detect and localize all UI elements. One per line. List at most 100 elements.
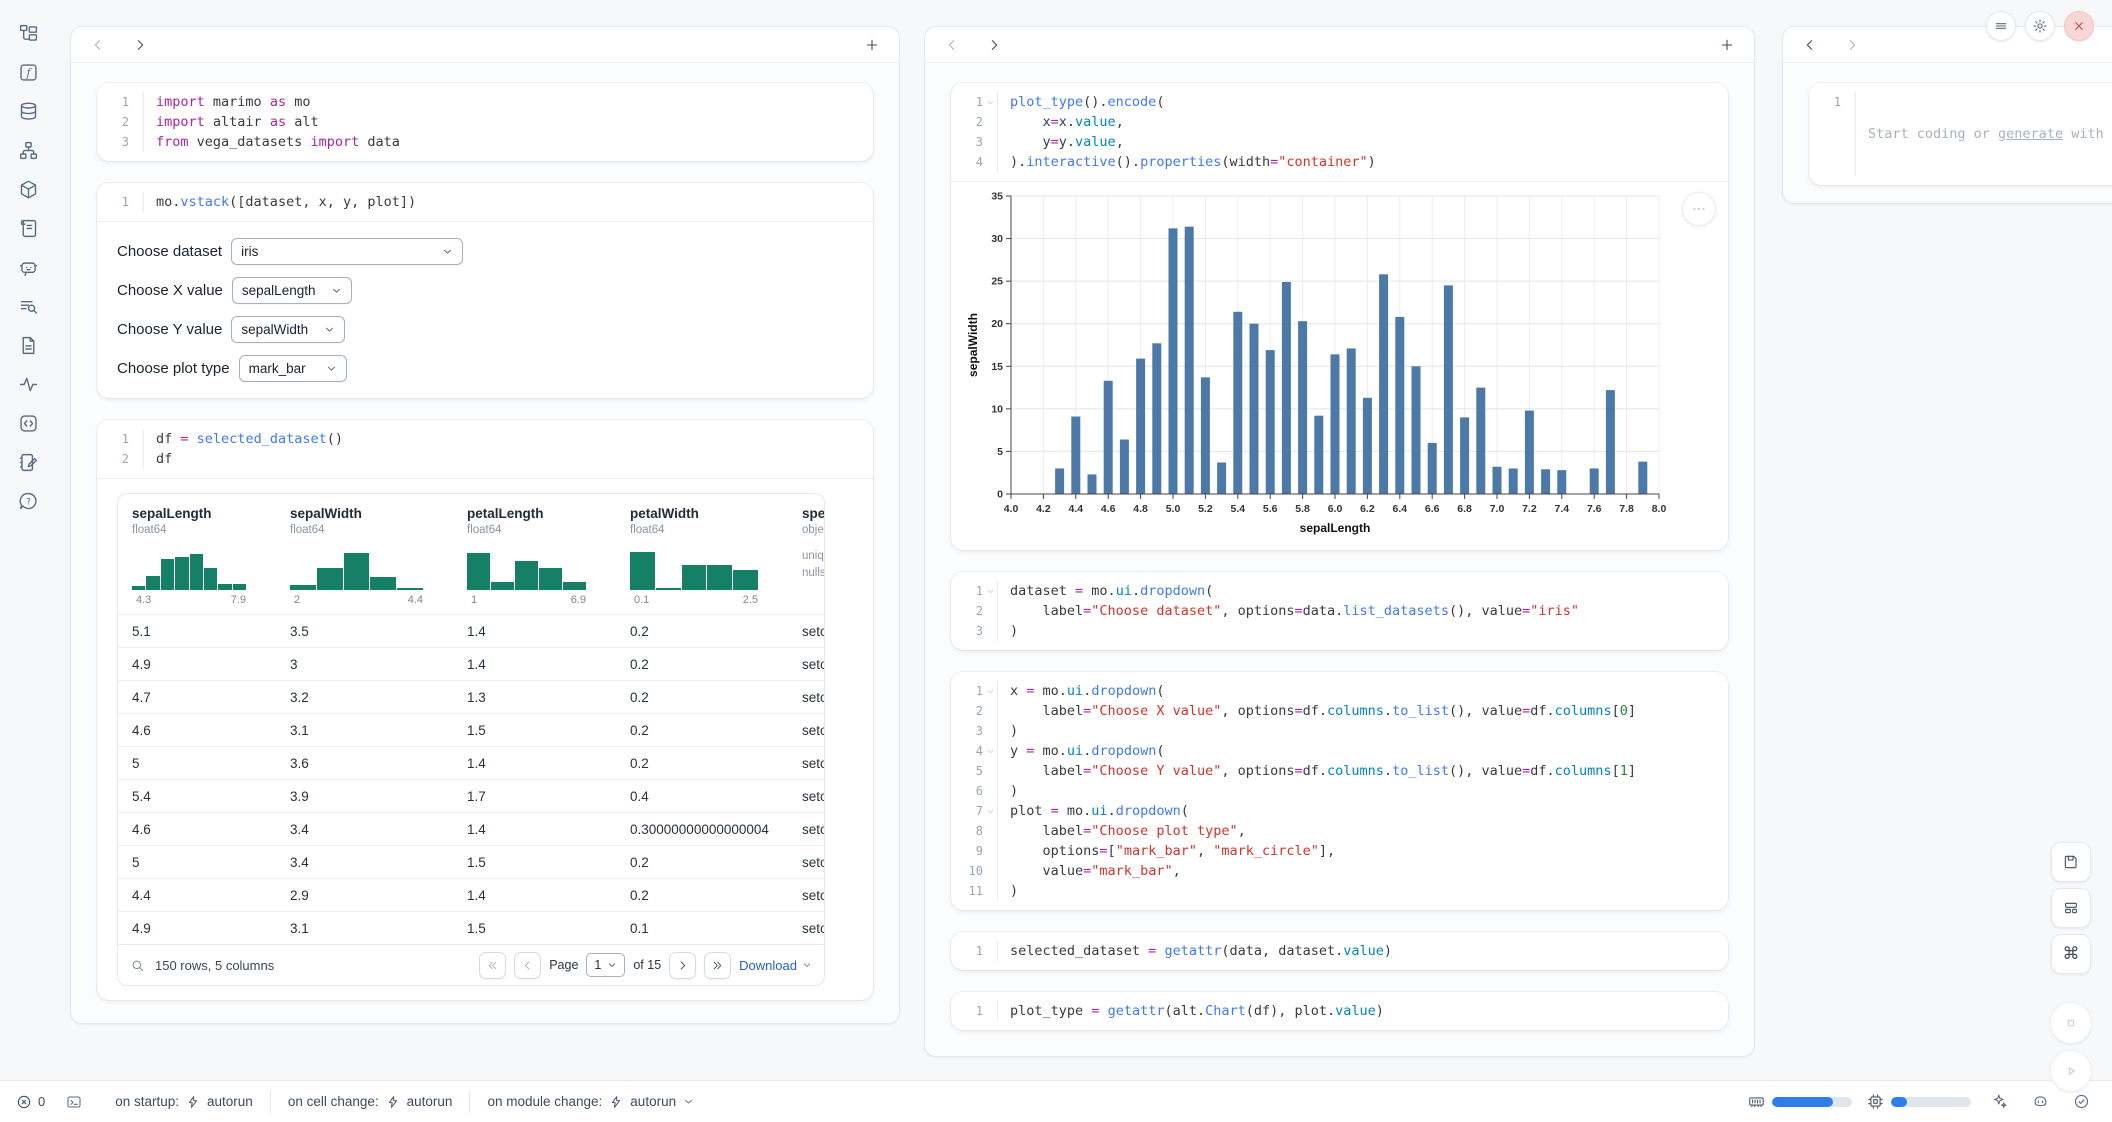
fold-chevron-icon[interactable] <box>983 801 997 821</box>
code-editor[interactable]: 123dataset = mo.ui.dropdown( label="Choo… <box>951 572 1728 650</box>
code-editor[interactable]: 1mo.vstack([dataset, x, y, plot]) <box>97 183 873 221</box>
status-separator <box>270 1091 271 1113</box>
code-editor[interactable]: 1234plot_type().encode( x=x.value, y=y.v… <box>951 83 1728 181</box>
menu-button[interactable] <box>1986 11 2016 41</box>
search-icon[interactable] <box>130 958 145 973</box>
fold-chevron-icon[interactable] <box>983 92 997 112</box>
generate-link[interactable]: generate <box>1998 126 2063 142</box>
code-editor[interactable]: 12df = selected_dataset()df <box>97 420 873 478</box>
table-row: 53.61.40.2setosa <box>118 746 824 779</box>
table-cell: 3.4 <box>290 855 467 870</box>
history-back-button[interactable] <box>943 36 961 54</box>
download-button[interactable]: Download <box>739 958 812 973</box>
fold-chevron-icon[interactable] <box>983 581 997 601</box>
history-forward-button[interactable] <box>1843 36 1861 54</box>
line-number: 7 <box>961 804 983 818</box>
sidebar-scratchpad-button[interactable] <box>15 449 41 475</box>
code-editor[interactable]: 1 Start coding or generate with <box>1809 83 2112 185</box>
line-number: 3 <box>961 135 983 149</box>
sidebar-chat-bot-button[interactable] <box>15 254 41 280</box>
previous-page-button[interactable] <box>514 952 541 979</box>
dropdown-select-choose-plot-type[interactable]: mark_bar <box>239 355 347 382</box>
table-cell: setosa <box>802 921 824 936</box>
sidebar-file-tree-button[interactable] <box>15 20 41 46</box>
dependency-graph-icon <box>18 140 39 161</box>
runtime-config-2[interactable]: on cell change:autorun <box>276 1094 465 1109</box>
table-cell: 2.9 <box>290 888 467 903</box>
max-value: 7.9 <box>231 594 246 606</box>
code-editor[interactable]: 1plot_type = getattr(alt.Chart(df), plot… <box>951 992 1728 1030</box>
chart-menu-button[interactable] <box>1682 192 1716 226</box>
dropdown-label: Choose X value <box>117 282 223 299</box>
history-forward-button[interactable] <box>131 36 149 54</box>
runtime-config-3[interactable]: on module change:autorun <box>475 1094 706 1109</box>
sidebar-dependency-graph-button[interactable] <box>15 137 41 163</box>
line-number-gutter: 12 <box>97 429 144 469</box>
table-cell: 4.9 <box>132 921 290 936</box>
page-select[interactable]: 1 <box>586 953 625 977</box>
code-editor[interactable]: 1234567891011x = mo.ui.dropdown( label="… <box>951 672 1728 910</box>
dropdown-select-choose-y-value[interactable]: sepalWidth <box>231 316 345 343</box>
page-label: Page <box>549 958 578 972</box>
keyboard-shortcuts-button[interactable]: ⌘ <box>2051 934 2091 974</box>
sidebar-database-button[interactable] <box>15 98 41 124</box>
layout-icon <box>2063 900 2079 916</box>
sidebar-function-button[interactable]: f <box>15 59 41 85</box>
svg-text:5.4: 5.4 <box>1230 503 1245 515</box>
ai-settings-button[interactable] <box>1986 1089 2012 1115</box>
table-cell: setosa <box>802 624 824 639</box>
svg-text:0: 0 <box>997 489 1003 501</box>
sidebar-list-search-button[interactable] <box>15 293 41 319</box>
sidebar-package-button[interactable] <box>15 176 41 202</box>
settings-button[interactable] <box>2025 11 2055 41</box>
sidebar-document-button[interactable] <box>15 332 41 358</box>
min-value: 4.3 <box>136 594 151 606</box>
table-cell: 4.7 <box>132 690 290 705</box>
terminal-button[interactable] <box>61 1089 87 1115</box>
close-button[interactable] <box>2064 11 2094 41</box>
history-forward-button[interactable] <box>985 36 1003 54</box>
svg-text:6.8: 6.8 <box>1457 503 1472 515</box>
runtime-config-1[interactable]: on startup:autorun <box>103 1094 265 1109</box>
histogram-bar <box>630 552 655 590</box>
sidebar-snippets-button[interactable] <box>15 410 41 436</box>
first-page-button[interactable] <box>479 952 506 979</box>
history-back-button[interactable] <box>89 36 107 54</box>
sidebar-activity-button[interactable] <box>15 371 41 397</box>
fold-chevron-icon[interactable] <box>983 681 997 701</box>
code-lines: x = mo.ui.dropdown( label="Choose X valu… <box>998 681 1636 901</box>
sidebar-scroll-button[interactable] <box>15 215 41 241</box>
sidebar-help-button[interactable]: ? <box>15 488 41 514</box>
stop-button[interactable] <box>2050 1002 2092 1044</box>
next-page-button[interactable] <box>669 952 696 979</box>
column-dtype: float64 <box>467 524 630 536</box>
dropdown-select-choose-dataset[interactable]: iris <box>231 238 463 265</box>
last-page-button[interactable] <box>704 952 731 979</box>
dropdown-row: Choose Y valuesepalWidth <box>117 316 853 343</box>
table-cell: 5 <box>132 756 290 771</box>
add-cell-button[interactable] <box>1718 36 1736 54</box>
empty-cell: 1 Start coding or generate with <box>1809 83 2112 185</box>
table-cell: 1.3 <box>467 690 630 705</box>
histogram-bar <box>707 565 732 590</box>
error-count[interactable]: 0 <box>16 1094 45 1110</box>
code-line: x = mo.ui.dropdown( <box>1010 681 1636 701</box>
table-cell: 1.4 <box>467 888 630 903</box>
layout-toggle-button[interactable] <box>2051 888 2091 928</box>
svg-text:5.8: 5.8 <box>1295 503 1310 515</box>
code-editor[interactable]: 123import marimo as moimport altair as a… <box>97 83 873 161</box>
save-button[interactable] <box>2051 842 2091 882</box>
svg-text:6.4: 6.4 <box>1392 503 1407 515</box>
code-editor[interactable]: 1selected_dataset = getattr(data, datase… <box>951 932 1728 970</box>
add-cell-button[interactable] <box>863 36 881 54</box>
table-cell: 4.4 <box>132 888 290 903</box>
table-cell: 3.4 <box>290 822 467 837</box>
code-line: ) <box>1010 881 1636 901</box>
fold-chevron-icon[interactable] <box>983 741 997 761</box>
max-value: 6.9 <box>571 594 586 606</box>
line-number: 3 <box>107 135 129 149</box>
run-button[interactable] <box>2050 1050 2092 1092</box>
history-back-button[interactable] <box>1801 36 1819 54</box>
svg-text:4.0: 4.0 <box>1004 503 1019 515</box>
dropdown-select-choose-x-value[interactable]: sepalLength <box>232 277 352 304</box>
